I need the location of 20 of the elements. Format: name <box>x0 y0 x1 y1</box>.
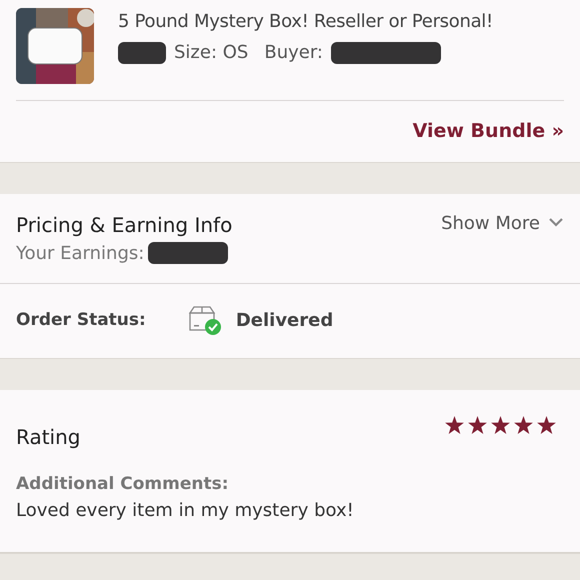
star-icon <box>491 416 510 434</box>
item-title: 5 Pound Mystery Box! Reseller or Personal! <box>118 10 493 34</box>
comment-text: Loved every item in my mystery box! <box>16 499 355 523</box>
view-bundle-link[interactable]: View Bundle » <box>412 117 564 146</box>
order-status-label: Order Status: <box>16 308 146 332</box>
earnings-label: Your Earnings: <box>16 242 144 266</box>
item-size: Size: OS <box>174 41 248 65</box>
rating-title: Rating <box>16 424 80 450</box>
section-title: Pricing & Earning Info <box>16 212 232 238</box>
chevron-icon <box>548 216 564 228</box>
redaction-mark <box>118 42 166 64</box>
order-status-value: Delivered <box>236 309 334 333</box>
show-more-toggle[interactable]: Show More <box>441 210 564 266</box>
buyer-label: Buyer: <box>264 41 323 65</box>
comments-label: Additional Comments: <box>16 472 230 496</box>
delivered-box-icon <box>188 306 224 336</box>
star-icon <box>468 416 487 434</box>
star-icon <box>537 416 556 434</box>
star-icon <box>514 416 533 434</box>
star-icon <box>445 416 464 434</box>
